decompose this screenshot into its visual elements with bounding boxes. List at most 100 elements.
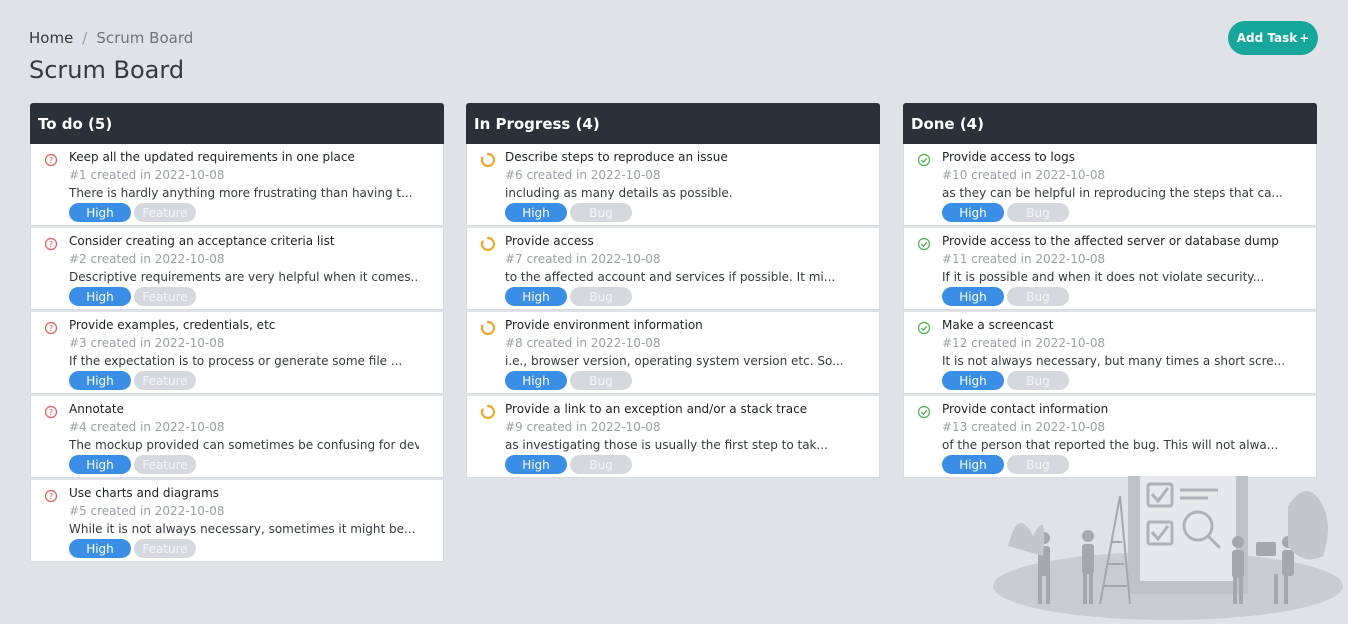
- task-card[interactable]: ? Keep all the updated requirements in on…: [30, 144, 444, 226]
- add-task-button[interactable]: Add Task +: [1228, 21, 1318, 55]
- task-title[interactable]: Use charts and diagrams: [69, 486, 219, 500]
- breadcrumb-current: Scrum Board: [96, 29, 194, 47]
- add-task-label: Add Task: [1236, 31, 1298, 45]
- task-meta: #2 created in 2022-10-08: [69, 252, 225, 266]
- task-title[interactable]: Make a screencast: [942, 318, 1053, 332]
- task-card[interactable]: Make a screencast #12 created in 2022-10-…: [903, 312, 1317, 394]
- task-card[interactable]: Describe steps to reproduce an issue #6 c…: [466, 144, 880, 226]
- task-meta: #6 created in 2022-10-08: [505, 168, 661, 182]
- type-badge: Bug: [570, 203, 632, 222]
- page-title: Scrum Board: [29, 56, 185, 84]
- task-title[interactable]: Consider creating an acceptance criteria…: [69, 234, 335, 248]
- priority-badge: High: [942, 287, 1004, 306]
- priority-badge: High: [69, 287, 131, 306]
- task-title[interactable]: Keep all the updated requirements in one…: [69, 150, 355, 164]
- task-card[interactable]: Provide access to logs #10 created in 202…: [903, 144, 1317, 226]
- task-card[interactable]: Provide environment information #8 create…: [466, 312, 880, 394]
- task-card[interactable]: Provide contact information #13 created i…: [903, 396, 1317, 478]
- task-meta: #10 created in 2022-10-08: [942, 168, 1106, 182]
- question-circle-icon: ?: [44, 488, 58, 503]
- check-circle-icon: [917, 404, 931, 419]
- question-circle-icon: ?: [44, 152, 58, 167]
- priority-badge: High: [505, 287, 567, 306]
- check-circle-icon: [917, 320, 931, 335]
- task-meta: #12 created in 2022-10-08: [942, 336, 1106, 350]
- column-todo: To do (5)? Keep all the updated requireme…: [30, 103, 444, 564]
- priority-badge: High: [69, 371, 131, 390]
- spinner-icon: [480, 236, 496, 252]
- spinner-icon: [480, 320, 496, 336]
- task-description: as investigating those is usually the fi…: [505, 438, 828, 452]
- team-illustration: [993, 476, 1343, 620]
- task-title[interactable]: Provide a link to an exception and/or a …: [505, 402, 807, 416]
- type-badge: Bug: [570, 455, 632, 474]
- column-header: Done (4): [903, 103, 1317, 144]
- priority-badge: High: [942, 455, 1004, 474]
- task-description: If it is possible and when it does not v…: [942, 270, 1265, 284]
- priority-badge: High: [69, 455, 131, 474]
- priority-badge: High: [69, 539, 131, 558]
- task-description: i.e., browser version, operating system …: [505, 354, 844, 368]
- task-description: There is hardly anything more frustratin…: [69, 186, 413, 200]
- task-title[interactable]: Describe steps to reproduce an issue: [505, 150, 728, 164]
- task-title[interactable]: Provide contact information: [942, 402, 1108, 416]
- task-title[interactable]: Provide access to the affected server or…: [942, 234, 1279, 248]
- type-badge: Feature: [134, 371, 196, 390]
- task-title[interactable]: Annotate: [69, 402, 124, 416]
- task-card[interactable]: ? Use charts and diagrams #5 created in 20…: [30, 480, 444, 562]
- priority-badge: High: [505, 455, 567, 474]
- task-title[interactable]: Provide examples, credentials, etc: [69, 318, 275, 332]
- task-description: to the affected account and services if …: [505, 270, 836, 284]
- task-title[interactable]: Provide access to logs: [942, 150, 1075, 164]
- svg-text:?: ?: [49, 156, 53, 165]
- task-card[interactable]: ? Annotate #4 created in 2022-10-08 The moc…: [30, 396, 444, 478]
- type-badge: Feature: [134, 455, 196, 474]
- type-badge: Bug: [1007, 371, 1069, 390]
- task-description: as they can be helpful in reproducing th…: [942, 186, 1283, 200]
- task-tags: High Feature: [69, 287, 196, 306]
- task-tags: High Bug: [942, 455, 1069, 474]
- task-tags: High Feature: [69, 455, 196, 474]
- task-description: Descriptive requirements are very helpfu…: [69, 270, 419, 284]
- task-tags: High Bug: [505, 287, 632, 306]
- column-header: In Progress (4): [466, 103, 880, 144]
- task-tags: High Feature: [69, 203, 196, 222]
- task-title[interactable]: Provide access: [505, 234, 594, 248]
- type-badge: Bug: [570, 371, 632, 390]
- task-card[interactable]: Provide access #7 created in 2022-10-08 to…: [466, 228, 880, 310]
- task-title[interactable]: Provide environment information: [505, 318, 703, 332]
- task-card[interactable]: Provide a link to an exception and/or a …: [466, 396, 880, 478]
- plus-icon: +: [1299, 31, 1310, 45]
- task-meta: #9 created in 2022-10-08: [505, 420, 661, 434]
- task-description: The mockup provided can sometimes be con…: [69, 438, 419, 452]
- priority-badge: High: [942, 371, 1004, 390]
- priority-badge: High: [505, 203, 567, 222]
- question-circle-icon: ?: [44, 236, 58, 251]
- task-meta: #4 created in 2022-10-08: [69, 420, 225, 434]
- task-tags: High Bug: [505, 203, 632, 222]
- breadcrumb-home-link[interactable]: Home: [29, 29, 73, 47]
- type-badge: Feature: [134, 287, 196, 306]
- question-circle-icon: ?: [44, 404, 58, 419]
- task-meta: #11 created in 2022-10-08: [942, 252, 1106, 266]
- breadcrumb: Home / Scrum Board: [29, 29, 193, 47]
- task-description: If the expectation is to process or gene…: [69, 354, 403, 368]
- type-badge: Feature: [134, 203, 196, 222]
- task-meta: #1 created in 2022-10-08: [69, 168, 225, 182]
- type-badge: Bug: [1007, 455, 1069, 474]
- task-card[interactable]: Provide access to the affected server or…: [903, 228, 1317, 310]
- check-circle-icon: [917, 152, 931, 167]
- priority-badge: High: [505, 371, 567, 390]
- task-card[interactable]: ? Consider creating an acceptance criteri…: [30, 228, 444, 310]
- spinner-icon: [480, 404, 496, 420]
- task-card[interactable]: ? Provide examples, credentials, etc #3 cr…: [30, 312, 444, 394]
- task-tags: High Bug: [942, 203, 1069, 222]
- column-done: Done (4) Provide access to logs #10 create…: [903, 103, 1317, 480]
- svg-text:?: ?: [49, 240, 53, 249]
- spinner-icon: [480, 152, 496, 168]
- type-badge: Feature: [134, 539, 196, 558]
- task-meta: #13 created in 2022-10-08: [942, 420, 1106, 434]
- priority-badge: High: [69, 203, 131, 222]
- question-circle-icon: ?: [44, 320, 58, 335]
- task-description: of the person that reported the bug. Thi…: [942, 438, 1279, 452]
